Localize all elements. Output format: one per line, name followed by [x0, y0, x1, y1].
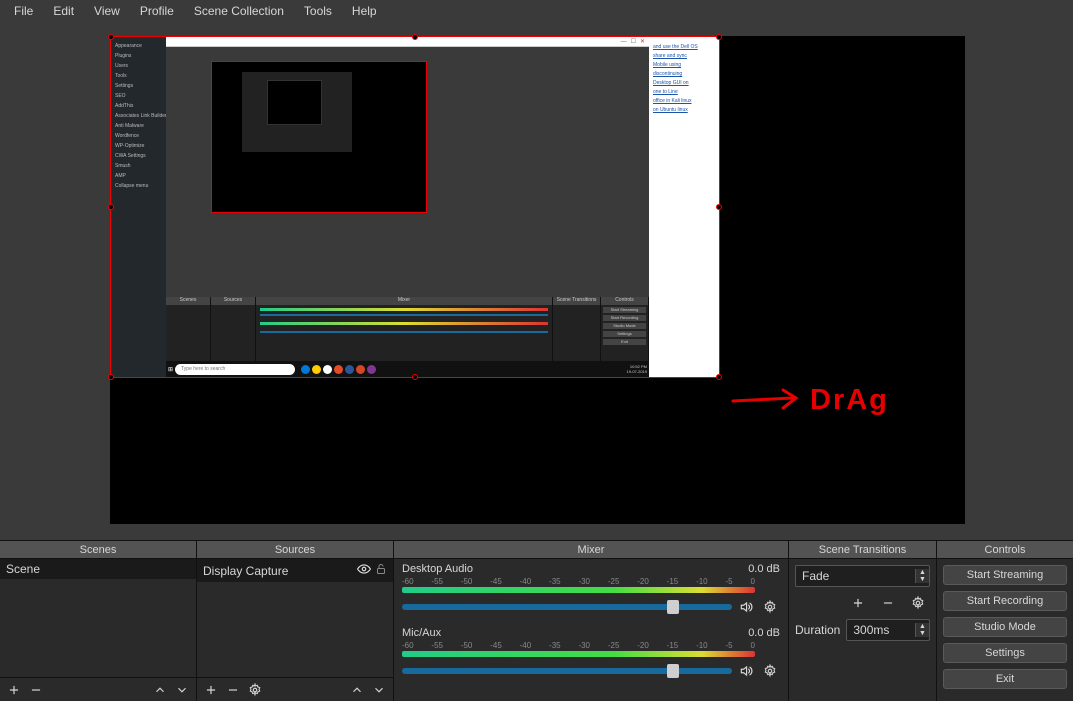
transition-select[interactable]: Fade ▲▼ — [795, 565, 930, 587]
exit-button[interactable]: Exit — [943, 669, 1067, 689]
menu-edit[interactable]: Edit — [43, 0, 84, 24]
scene-item[interactable]: Scene — [0, 559, 196, 579]
mixer-ch-db: 0.0 dB — [748, 627, 780, 639]
source-item[interactable]: Display Capture — [197, 559, 393, 582]
add-source-button[interactable] — [201, 680, 221, 700]
lock-icon[interactable] — [375, 562, 387, 579]
duration-input[interactable]: 300ms ▲▼ — [846, 619, 930, 641]
menu-tools[interactable]: Tools — [294, 0, 342, 24]
controls-panel: Controls Start Streaming Start Recording… — [937, 541, 1073, 701]
speaker-icon[interactable] — [736, 661, 756, 681]
preview-area: AppearancePluginsUsers ToolsSettingsSEO … — [0, 24, 1073, 540]
transition-value: Fade — [802, 569, 829, 583]
chevron-updown-icon[interactable]: ▲▼ — [915, 623, 929, 637]
mixer-scale: -60-55-50 -45-40-35 -30-25-20 -15-10-5 0 — [402, 577, 780, 586]
remove-transition-button[interactable] — [878, 593, 898, 613]
start-recording-button[interactable]: Start Recording — [943, 591, 1067, 611]
gear-icon[interactable] — [760, 661, 780, 681]
remove-source-button[interactable] — [223, 680, 243, 700]
mixer-channel-mic: Mic/Aux 0.0 dB -60-55-50 -45-40-35 -30-2… — [394, 623, 788, 687]
transitions-header: Scene Transitions — [789, 541, 936, 559]
menu-scene-collection[interactable]: Scene Collection — [184, 0, 294, 24]
transition-properties-button[interactable] — [908, 593, 928, 613]
source-up-button[interactable] — [347, 680, 367, 700]
captured-desktop: AppearancePluginsUsers ToolsSettingsSEO … — [111, 37, 719, 377]
mixer-scale: -60-55-50 -45-40-35 -30-25-20 -15-10-5 0 — [402, 641, 780, 650]
mixer-panel: Mixer Desktop Audio 0.0 dB -60-55-50 -45… — [394, 541, 789, 701]
scene-down-button[interactable] — [172, 680, 192, 700]
speaker-icon[interactable] — [736, 597, 756, 617]
start-streaming-button[interactable]: Start Streaming — [943, 565, 1067, 585]
drag-annotation: DrAg — [728, 384, 889, 417]
scene-up-button[interactable] — [150, 680, 170, 700]
mixer-ch-name: Mic/Aux — [402, 627, 441, 639]
duration-value: 300ms — [853, 623, 889, 637]
sources-header: Sources — [197, 541, 393, 559]
mini-taskbar: ⊞ Type here to search — [166, 361, 649, 377]
mini-browser-panel: and use the Dell OSshare and sync Mobile… — [649, 37, 719, 377]
scenes-list[interactable]: Scene — [0, 559, 196, 677]
visibility-icon[interactable] — [357, 562, 371, 579]
scenes-panel: Scenes Scene — [0, 541, 197, 701]
preview-canvas[interactable]: AppearancePluginsUsers ToolsSettingsSEO … — [110, 36, 965, 524]
settings-button[interactable]: Settings — [943, 643, 1067, 663]
mixer-ch-name: Desktop Audio — [402, 563, 473, 575]
studio-mode-button[interactable]: Studio Mode — [943, 617, 1067, 637]
mixer-meter — [402, 651, 755, 657]
menu-profile[interactable]: Profile — [130, 0, 184, 24]
bottom-dock: Scenes Scene Sources Display Capture — [0, 540, 1073, 701]
menu-file[interactable]: File — [4, 0, 43, 24]
volume-slider[interactable] — [402, 604, 732, 610]
mixer-channel-desktop: Desktop Audio 0.0 dB -60-55-50 -45-40-35… — [394, 559, 788, 623]
sources-list[interactable]: Display Capture — [197, 559, 393, 677]
volume-slider[interactable] — [402, 668, 732, 674]
sources-panel: Sources Display Capture — [197, 541, 394, 701]
mini-wp-sidebar: AppearancePluginsUsers ToolsSettingsSEO … — [111, 37, 166, 377]
display-capture-bounds[interactable]: AppearancePluginsUsers ToolsSettingsSEO … — [110, 36, 720, 378]
transitions-panel: Scene Transitions Fade ▲▼ Duration 300ms… — [789, 541, 937, 701]
scenes-header: Scenes — [0, 541, 196, 559]
add-scene-button[interactable] — [4, 680, 24, 700]
gear-icon[interactable] — [760, 597, 780, 617]
menu-bar: File Edit View Profile Scene Collection … — [0, 0, 1073, 24]
menu-help[interactable]: Help — [342, 0, 387, 24]
source-down-button[interactable] — [369, 680, 389, 700]
source-properties-button[interactable] — [245, 680, 265, 700]
controls-header: Controls — [937, 541, 1073, 559]
mixer-ch-db: 0.0 dB — [748, 563, 780, 575]
source-item-label: Display Capture — [203, 564, 288, 578]
remove-scene-button[interactable] — [26, 680, 46, 700]
mini-window-controls: —☐✕ — [166, 37, 649, 47]
add-transition-button[interactable] — [848, 593, 868, 613]
mixer-meter — [402, 587, 755, 593]
duration-label: Duration — [795, 623, 840, 637]
menu-view[interactable]: View — [84, 0, 130, 24]
mixer-header: Mixer — [394, 541, 788, 559]
chevron-updown-icon[interactable]: ▲▼ — [915, 569, 929, 583]
